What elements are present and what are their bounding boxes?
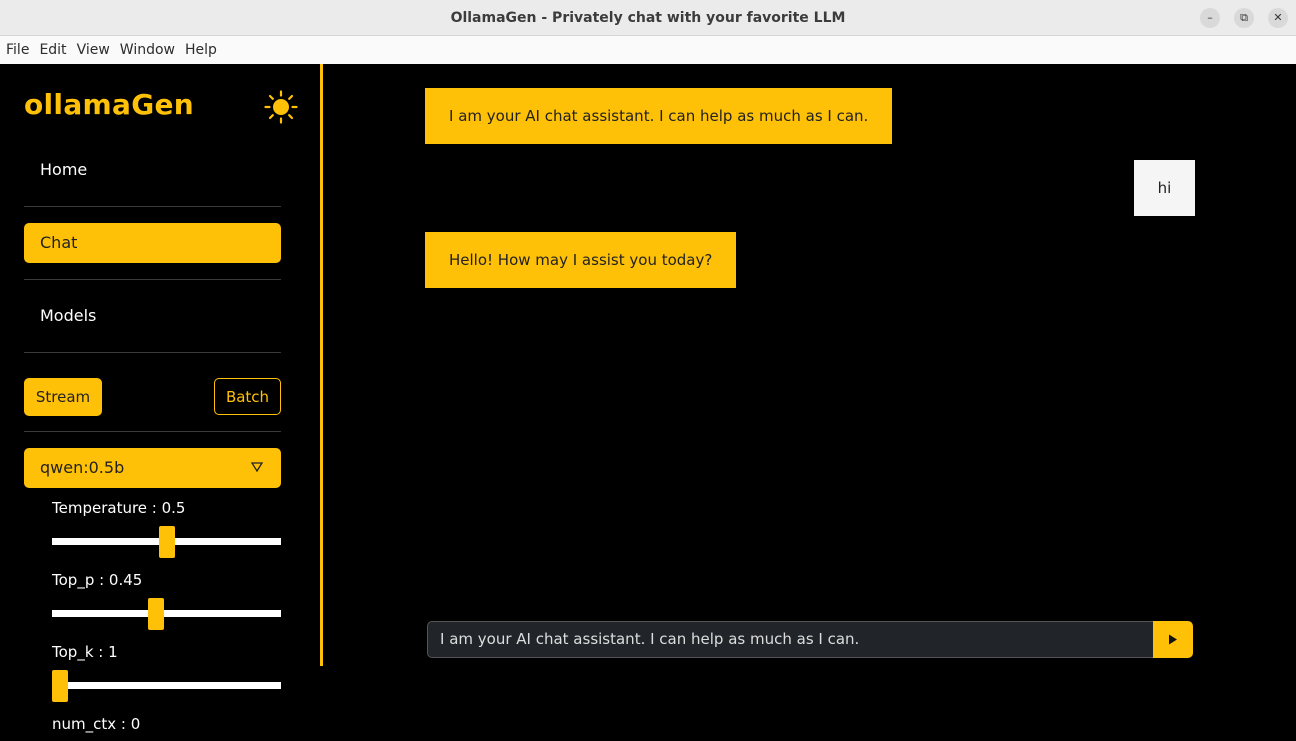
nav-home[interactable]: Home bbox=[24, 150, 281, 190]
user-message: hi bbox=[1134, 160, 1195, 216]
sun-icon[interactable] bbox=[264, 90, 298, 124]
top-k-slider-thumb[interactable] bbox=[52, 670, 68, 702]
chat-input[interactable]: I am your AI chat assistant. I can help … bbox=[427, 621, 1153, 658]
window-title: OllamaGen - Privately chat with your fav… bbox=[450, 10, 846, 26]
play-icon bbox=[1169, 634, 1177, 645]
chevron-down-icon bbox=[251, 462, 263, 472]
top-k-slider[interactable] bbox=[52, 682, 281, 689]
top-k-label: Top_k : 1 bbox=[52, 643, 118, 661]
model-select-value: qwen:0.5b bbox=[40, 458, 125, 477]
mode-divider bbox=[24, 431, 281, 432]
menu-bar: File Edit View Window Help bbox=[0, 36, 1296, 64]
top-p-slider-thumb[interactable] bbox=[148, 598, 164, 630]
app-logo: ollamaGen bbox=[24, 88, 195, 121]
send-button[interactable] bbox=[1153, 621, 1193, 658]
top-p-label: Top_p : 0.45 bbox=[52, 571, 143, 589]
window-titlebar: OllamaGen - Privately chat with your fav… bbox=[0, 0, 1296, 36]
menu-help[interactable]: Help bbox=[180, 36, 222, 64]
nav-divider bbox=[24, 279, 281, 280]
top-p-slider[interactable] bbox=[52, 610, 281, 617]
model-select[interactable]: qwen:0.5b bbox=[24, 448, 281, 488]
nav-models[interactable]: Models bbox=[24, 296, 281, 336]
stream-button[interactable]: Stream bbox=[24, 378, 102, 416]
temperature-label: Temperature : 0.5 bbox=[52, 499, 186, 517]
nav-divider bbox=[24, 352, 281, 353]
assistant-message: Hello! How may I assist you today? bbox=[425, 232, 737, 288]
nav-divider bbox=[24, 206, 281, 207]
minimize-icon[interactable]: – bbox=[1200, 8, 1220, 28]
menu-window[interactable]: Window bbox=[115, 36, 180, 64]
num-ctx-label: num_ctx : 0 bbox=[52, 715, 141, 733]
sidebar-divider bbox=[320, 64, 323, 666]
batch-button[interactable]: Batch bbox=[214, 378, 281, 415]
maximize-icon[interactable]: ⧉ bbox=[1234, 8, 1254, 28]
menu-file[interactable]: File bbox=[0, 36, 34, 64]
menu-view[interactable]: View bbox=[72, 36, 115, 64]
nav-chat[interactable]: Chat bbox=[24, 223, 281, 263]
temperature-slider-thumb[interactable] bbox=[159, 526, 175, 558]
close-icon[interactable]: ✕ bbox=[1268, 8, 1288, 28]
menu-edit[interactable]: Edit bbox=[34, 36, 71, 64]
assistant-message: I am your AI chat assistant. I can help … bbox=[425, 88, 893, 144]
